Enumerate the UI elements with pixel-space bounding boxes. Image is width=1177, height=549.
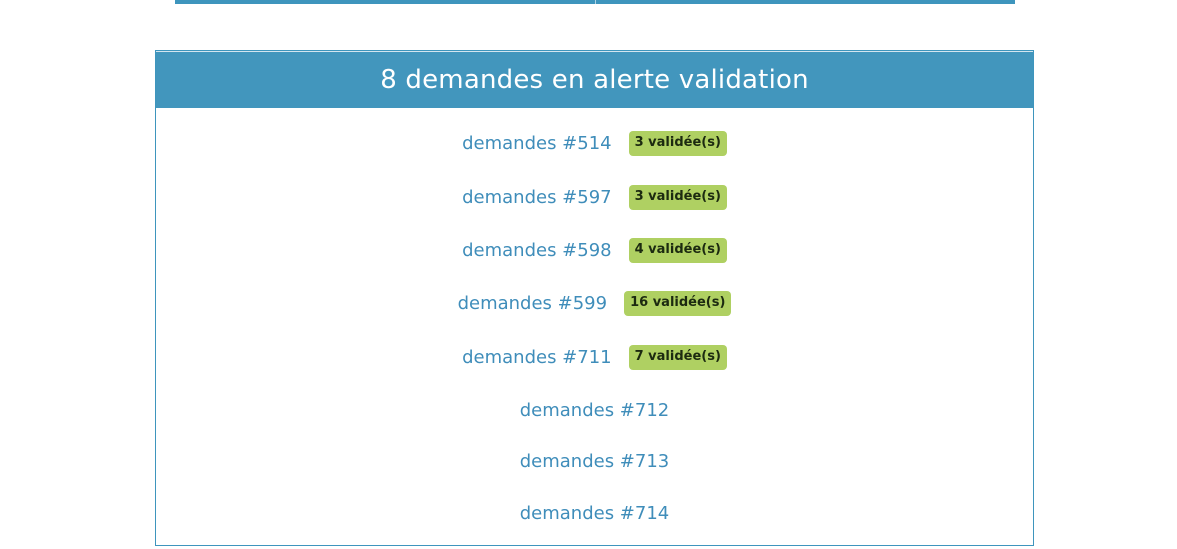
list-item: demandes #597 3 validée(s) [156, 182, 1033, 212]
list-item: demandes #598 4 validée(s) [156, 235, 1033, 265]
top-table-border [175, 0, 1015, 4]
list-item: demandes #712 [156, 395, 1033, 425]
validated-badge: 4 validée(s) [628, 237, 727, 263]
top-table-border-left [175, 0, 595, 4]
list-item: demandes #711 7 validée(s) [156, 342, 1033, 372]
panel-title: 8 demandes en alerte validation [156, 51, 1033, 108]
request-link[interactable]: demandes #711 [462, 347, 612, 368]
request-link[interactable]: demandes #597 [462, 187, 612, 208]
request-link[interactable]: demandes #714 [520, 503, 670, 524]
list-item: demandes #514 3 validée(s) [156, 128, 1033, 158]
list-item: demandes #714 [156, 498, 1033, 528]
request-link[interactable]: demandes #599 [458, 293, 608, 314]
request-link[interactable]: demandes #514 [462, 133, 612, 154]
validated-badge: 7 validée(s) [628, 344, 727, 370]
top-table-border-divider [594, 0, 596, 4]
validation-alert-panel: 8 demandes en alerte validation demandes… [155, 50, 1034, 546]
validated-badge: 16 validée(s) [624, 290, 732, 316]
top-table-border-right [596, 0, 1016, 4]
list-item: demandes #599 16 validée(s) [156, 288, 1033, 318]
request-link[interactable]: demandes #598 [462, 240, 612, 261]
validated-badge: 3 validée(s) [628, 130, 727, 156]
validated-badge: 3 validée(s) [628, 184, 727, 210]
request-link[interactable]: demandes #712 [520, 400, 670, 421]
list-item: demandes #713 [156, 446, 1033, 476]
request-link[interactable]: demandes #713 [520, 451, 670, 472]
